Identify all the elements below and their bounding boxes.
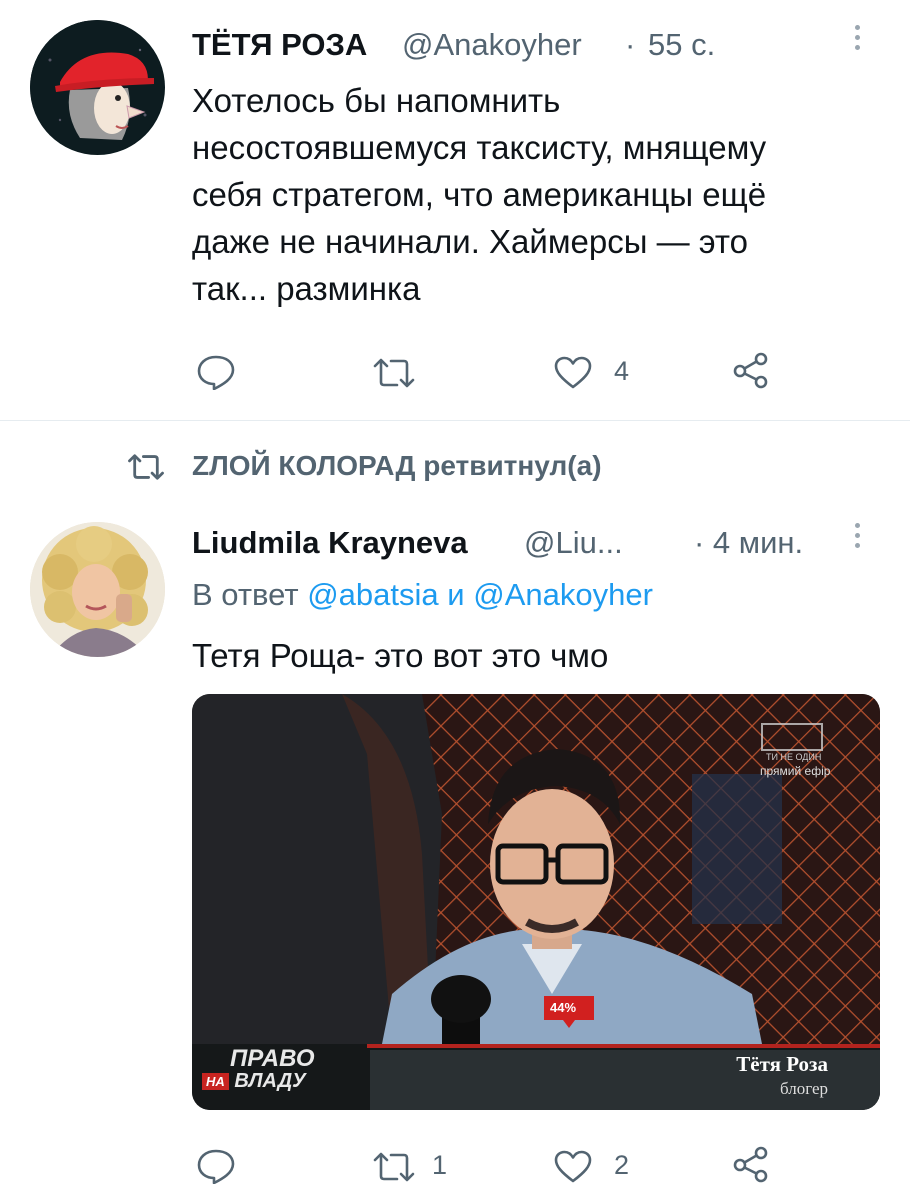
like-count: 4: [614, 356, 630, 386]
reply-and: и: [447, 577, 465, 612]
author-name[interactable]: Liudmila Krayneva: [192, 525, 468, 561]
channel-line-1: ТИ НЕ ОДИН: [766, 752, 822, 762]
like-icon[interactable]: [553, 356, 593, 390]
lower-third-role: блогер: [779, 1079, 828, 1098]
reply-icon[interactable]: [196, 354, 236, 390]
retweet-count: 1: [432, 1150, 448, 1180]
show-title: ПРАВО НА ВЛАДУ: [202, 1045, 315, 1093]
author-handle[interactable]: @Anakoyher: [402, 27, 582, 63]
tweet-text-line: Хотелось бы напомнить: [192, 82, 561, 119]
tweet-text: Тетя Роща- это вот это чмо: [192, 637, 609, 674]
separator-dot: ·: [625, 27, 636, 62]
retweet-icon[interactable]: [371, 1150, 417, 1184]
tweet-2[interactable]: Liudmila Krayneva @Liu... · 4 мин. В отв…: [0, 500, 910, 1200]
retweet-icon[interactable]: [371, 356, 417, 390]
show-title-na: НА: [202, 1072, 229, 1090]
retweet-banner-text[interactable]: ZЛОЙ КОЛОРАД ретвитнул(а): [192, 450, 602, 482]
tweet-media-image[interactable]: 44% ТИ НЕ ОДИН прямий ефір ПРАВО НА ВЛАД…: [192, 694, 880, 1110]
more-icon[interactable]: [855, 25, 860, 50]
lower-third-name: Тётя Роза: [736, 1052, 828, 1076]
tweet-text-line: себя стратегом, что американцы ещё: [192, 176, 767, 213]
reply-prefix: В ответ: [192, 577, 299, 612]
show-title-bottom: ВЛАДУ: [234, 1070, 306, 1092]
reply-icon[interactable]: [196, 1148, 236, 1184]
tweet-text-line: несостоявшемуся таксисту, мнящему: [192, 129, 767, 166]
reply-context: В ответ @abatsia и @Anakoyher: [192, 577, 653, 613]
timestamp[interactable]: · 4 мин.: [694, 525, 803, 561]
tweet-text-line: так... разминка: [192, 270, 421, 307]
mention-link[interactable]: @abatsia: [307, 577, 438, 612]
retweet-banner-icon: [126, 452, 166, 482]
share-icon[interactable]: [731, 350, 771, 390]
mention-link[interactable]: @Anakoyher: [473, 577, 653, 612]
tweet-text: Хотелось бы напомнить несостоявшемуся та…: [192, 77, 892, 312]
divider: [0, 420, 910, 421]
share-icon[interactable]: [731, 1144, 771, 1184]
timestamp[interactable]: 55 с.: [648, 27, 715, 63]
author-handle[interactable]: @Liu...: [524, 525, 623, 561]
channel-line-2: прямий ефір: [760, 764, 831, 778]
percent-badge: 44%: [550, 1000, 577, 1015]
avatar[interactable]: [30, 20, 165, 155]
tweet-text-line: даже не начинали. Хаймерсы — это: [192, 223, 748, 260]
author-name[interactable]: ТЁТЯ РОЗА: [192, 27, 367, 63]
like-count: 2: [614, 1150, 630, 1180]
avatar[interactable]: [30, 522, 165, 657]
show-title-top: ПРАВО: [230, 1045, 315, 1072]
like-icon[interactable]: [553, 1150, 593, 1184]
tweet-1[interactable]: ТЁТЯ РОЗА @Anakoyher · 55 с. Хотелось бы…: [0, 0, 910, 420]
more-icon[interactable]: [855, 523, 860, 548]
